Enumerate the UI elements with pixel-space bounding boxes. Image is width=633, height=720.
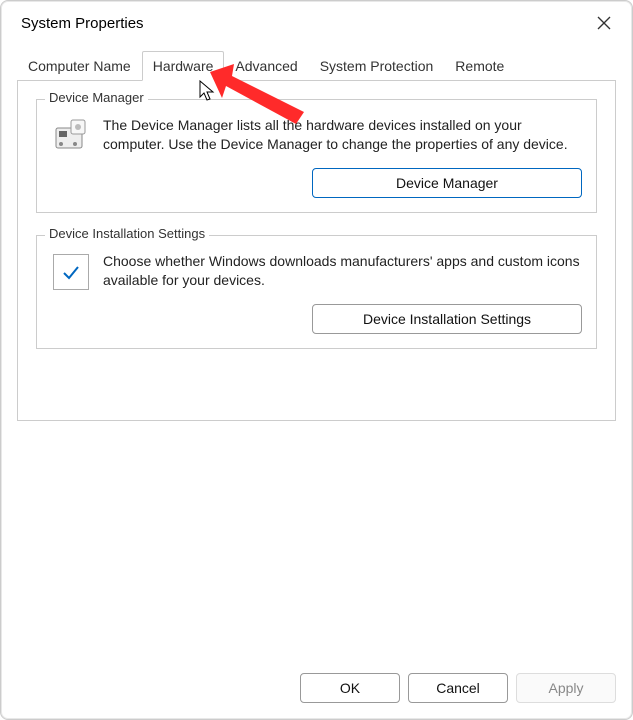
- device-manager-group: Device Manager The Device Manager lists …: [36, 99, 597, 213]
- checkmark-icon: [61, 262, 81, 282]
- tab-system-protection[interactable]: System Protection: [309, 51, 445, 80]
- device-install-icon-slot: [51, 252, 91, 290]
- hardware-tab-panel: Device Manager The Device Manager lists …: [17, 81, 616, 421]
- device-manager-button-row: Device Manager: [51, 168, 582, 198]
- apply-button[interactable]: Apply: [516, 673, 616, 703]
- cancel-button[interactable]: Cancel: [408, 673, 508, 703]
- device-manager-content: The Device Manager lists all the hardwar…: [51, 116, 582, 154]
- tab-hardware[interactable]: Hardware: [142, 51, 225, 81]
- checkbox-icon: [53, 254, 89, 290]
- device-manager-button[interactable]: Device Manager: [312, 168, 582, 198]
- device-install-content: Choose whether Windows downloads manufac…: [51, 252, 582, 290]
- tab-container: Computer Name Hardware Advanced System P…: [1, 51, 632, 421]
- titlebar: System Properties: [1, 1, 632, 43]
- device-install-button-row: Device Installation Settings: [51, 304, 582, 334]
- device-manager-desc: The Device Manager lists all the hardwar…: [103, 116, 582, 154]
- tab-computer-name[interactable]: Computer Name: [17, 51, 142, 80]
- device-install-group-title: Device Installation Settings: [45, 226, 209, 241]
- dialog-footer: OK Cancel Apply: [1, 661, 632, 719]
- window-title: System Properties: [21, 15, 144, 32]
- device-install-group: Device Installation Settings Choose whet…: [36, 235, 597, 349]
- close-button[interactable]: [590, 9, 618, 37]
- device-install-desc: Choose whether Windows downloads manufac…: [103, 252, 582, 290]
- tab-advanced[interactable]: Advanced: [224, 51, 308, 80]
- ok-button[interactable]: OK: [300, 673, 400, 703]
- tab-remote[interactable]: Remote: [444, 51, 515, 80]
- device-install-settings-button[interactable]: Device Installation Settings: [312, 304, 582, 334]
- tab-strip: Computer Name Hardware Advanced System P…: [17, 51, 616, 81]
- device-manager-group-title: Device Manager: [45, 90, 148, 105]
- system-properties-window: System Properties Computer Name Hardware…: [0, 0, 633, 720]
- device-manager-icon: [51, 116, 91, 154]
- close-icon: [597, 16, 611, 30]
